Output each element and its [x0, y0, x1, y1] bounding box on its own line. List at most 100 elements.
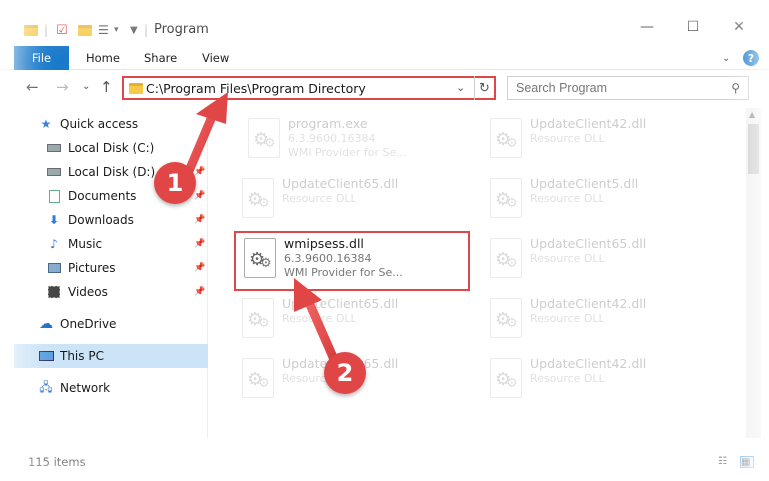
refresh-button[interactable]: ↻ — [474, 76, 494, 100]
vertical-scrollbar[interactable]: ▲ — [746, 108, 761, 438]
star-icon: ★ — [40, 117, 52, 131]
pin-icon: 📌 — [194, 287, 206, 297]
sidebar-item-network[interactable]: 🖧 Network — [14, 376, 208, 400]
separator: | — [144, 23, 149, 37]
maximize-button[interactable]: ☐ — [670, 12, 716, 42]
folder-icon — [129, 83, 143, 97]
step-2-badge: 2 — [324, 352, 366, 394]
file-item[interactable]: ⚙ ⚙ UpdateClient42.dll Resource DLL — [482, 112, 722, 168]
tiles-view-icon[interactable]: ▦ — [740, 456, 754, 468]
pin-icon: 📌 — [194, 263, 206, 273]
file-name: UpdateClient65.dll — [530, 236, 647, 251]
tab-home[interactable]: Home — [86, 46, 120, 70]
download-icon: ⬇ — [48, 213, 60, 227]
music-icon: ♪ — [50, 237, 58, 251]
drive-icon — [46, 141, 62, 155]
window-title: Program — [154, 22, 209, 37]
quick-access-toolbar-menu-icon[interactable]: ▼ — [130, 21, 138, 39]
file-name: UpdateClient5.dll — [530, 176, 639, 191]
file-name: UpdateClient42.dll — [530, 116, 647, 131]
close-button[interactable]: ✕ — [716, 12, 762, 42]
status-bar: 115 items ☷ ▦ — [0, 446, 769, 476]
search-icon: ⚲ — [731, 81, 740, 95]
cloud-icon: ☁ — [39, 316, 53, 332]
file-icon: ⚙ ⚙ — [248, 118, 280, 158]
file-item[interactable]: ⚙ ⚙ UpdateClient42.dll Resource DLL — [482, 352, 722, 408]
details-view-icon[interactable]: ☷ — [718, 456, 732, 468]
file-highlight-box — [234, 231, 470, 291]
scroll-up-icon[interactable]: ▲ — [749, 110, 755, 119]
file-name: program.exe — [288, 116, 368, 131]
scroll-thumb[interactable] — [748, 124, 759, 174]
file-item[interactable]: ⚙⚙ UpdateClient65.dll Resource DLL — [234, 172, 474, 228]
sidebar-item-pictures[interactable]: Pictures 📌 — [14, 256, 208, 280]
sidebar-item-videos[interactable]: Videos 📌 — [14, 280, 208, 304]
file-item[interactable]: ⚙ ⚙ UpdateClient42.dll Resource DLL — [482, 292, 722, 348]
pin-icon: 📌 — [194, 167, 206, 177]
sidebar-item-music[interactable]: ♪ Music 📌 — [14, 232, 208, 256]
pin-icon: 📌 — [194, 143, 206, 153]
file-item[interactable]: ⚙ ⚙ UpdateClient5.dll Resource DLL — [482, 172, 722, 228]
minimize-button[interactable]: — — [624, 12, 670, 42]
file-type: Resource DLL — [530, 372, 605, 385]
file-type: Resource DLL — [530, 312, 605, 325]
recent-locations-icon[interactable]: ⌄ — [82, 81, 90, 92]
file-item[interactable]: ⚙⚙ UpdateClient65.dll Resource DLL — [482, 232, 722, 288]
file-name: UpdateClient42.dll — [530, 356, 647, 371]
sidebar-item-downloads[interactable]: ⬇ Downloads 📌 — [14, 208, 208, 232]
file-icon: ⚙ ⚙ — [490, 358, 522, 398]
back-button[interactable]: ← — [26, 78, 39, 96]
tab-file[interactable]: File — [14, 46, 69, 70]
ribbon: File Home Share View ⌄ ? — [0, 46, 769, 70]
step-1-badge: 1 — [154, 162, 196, 204]
search-box[interactable]: ⚲ — [507, 76, 749, 100]
file-icon: ⚙ ⚙ — [242, 358, 274, 398]
pictures-icon — [46, 261, 62, 275]
sidebar-item-this-pc[interactable]: This PC — [14, 344, 208, 368]
sidebar-item-label: Music — [68, 237, 103, 251]
file-version: 6.3.9600.16384 — [288, 132, 376, 145]
chevron-down-icon[interactable]: ▾ — [114, 21, 119, 39]
properties-icon[interactable]: ☑ — [56, 21, 68, 39]
tab-share[interactable]: Share — [144, 46, 177, 70]
file-name: UpdateClient42.dll — [530, 296, 647, 311]
up-button[interactable]: ↑ — [100, 78, 113, 96]
search-input[interactable] — [516, 81, 716, 95]
chevron-down-icon[interactable]: ⌄ — [456, 81, 465, 94]
separator: | — [44, 23, 49, 37]
sidebar-item-label: Quick access — [60, 117, 139, 131]
sidebar-item-label: OneDrive — [60, 317, 117, 331]
file-type: Resource DLL — [282, 192, 357, 205]
tab-view[interactable]: View — [202, 46, 229, 70]
new-folder-icon[interactable] — [78, 21, 92, 39]
file-icon: ⚙ ⚙ — [490, 118, 522, 158]
address-bar[interactable]: C:\Program Files\Program Directory ⌄ ↻ — [122, 76, 496, 100]
pin-icon: 📌 — [194, 191, 206, 201]
address-path[interactable]: C:\Program Files\Program Directory — [146, 81, 366, 96]
videos-icon — [46, 285, 62, 299]
sidebar-item-label: Local Disk (C:) — [68, 141, 155, 155]
file-type: Resource DLL — [282, 312, 357, 325]
navigation-pane[interactable]: ★ Quick access Local Disk (C:) 📌 Local D… — [14, 108, 208, 438]
file-item[interactable]: ⚙⚙ UpdateClient65.dll Resource DLL — [234, 292, 474, 348]
computer-icon — [38, 349, 54, 363]
customize-icon[interactable]: ☰ — [98, 21, 109, 39]
sidebar-item-local-disk-c[interactable]: Local Disk (C:) 📌 — [14, 136, 208, 160]
file-type: Resource DLL — [530, 252, 605, 265]
item-count: 115 items — [28, 455, 86, 469]
sidebar-item-label: Documents — [68, 189, 137, 203]
title-bar: | ☑ ☰ ▾ ▼ | Program — ☐ ✕ — [0, 0, 769, 44]
documents-icon — [46, 189, 62, 203]
folder-icon[interactable] — [24, 21, 38, 39]
expand-ribbon-icon[interactable]: ⌄ — [722, 46, 730, 70]
forward-button[interactable]: → — [56, 78, 69, 96]
file-type: Resource DLL — [530, 192, 605, 205]
help-icon[interactable]: ? — [743, 50, 759, 66]
network-icon: 🖧 — [39, 379, 53, 394]
sidebar-item-label: This PC — [60, 349, 104, 363]
file-item[interactable]: ⚙ ⚙ program.exe 6.3.9600.16384 WMI Provid… — [240, 112, 480, 168]
file-type: Resource DLL — [530, 132, 605, 145]
sidebar-item-quick-access[interactable]: ★ Quick access — [14, 112, 208, 136]
sidebar-item-onedrive[interactable]: ☁ OneDrive — [14, 312, 208, 336]
sidebar-item-label: Pictures — [68, 261, 116, 275]
